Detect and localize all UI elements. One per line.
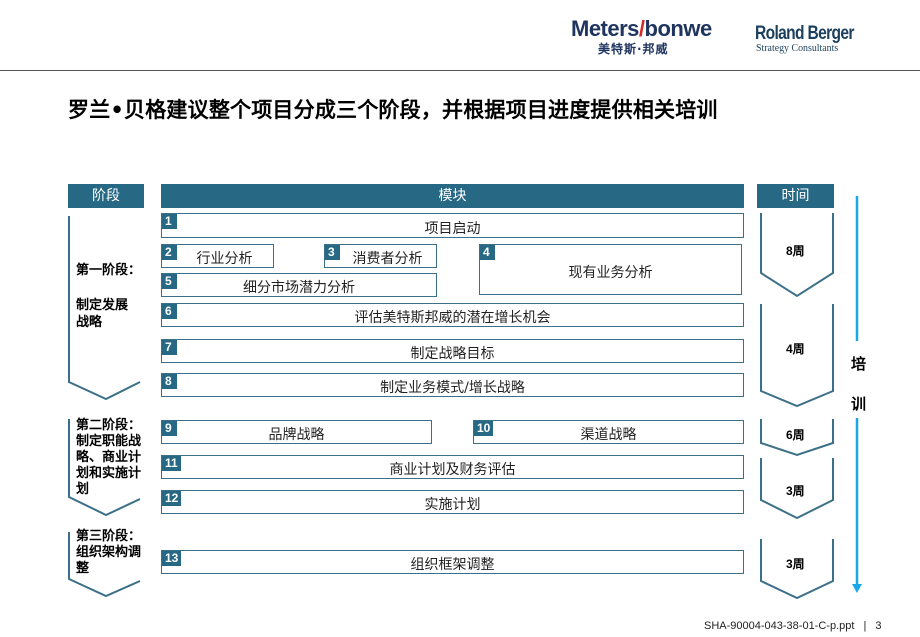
module-4: 4 现有业务分析 (479, 244, 742, 295)
stage-1-subtitle-line: 制定发展 (76, 298, 129, 313)
module-6: 6 评估美特斯邦威的潜在增长机会 (161, 303, 744, 327)
stage-2-label: 第二阶段： 制定职能战 略、商业计 划和实施计 划 (76, 418, 141, 498)
module-12: 12 实施计划 (161, 490, 744, 514)
duration-label: 8周 (786, 244, 805, 258)
module-label: 消费者分析 (352, 251, 423, 267)
module-3: 3 消费者分析 (324, 244, 437, 268)
training-arrowhead (852, 584, 862, 593)
module-label: 组织框架调整 (410, 557, 495, 573)
module-5: 5 细分市场潜力分析 (161, 273, 437, 297)
document-id: SHA-90004-043-38-01-C-p.ppt (704, 620, 855, 632)
duration-label: 3周 (786, 484, 805, 498)
stage-2-subtitle-line: 略、商业计 (76, 450, 142, 465)
stage-3-title: 第三阶段： (76, 529, 142, 544)
training-label-char: 训 (851, 395, 867, 413)
stage-3-label: 第三阶段： 组织架构调 整 (76, 529, 141, 577)
module-label: 商业计划及财务评估 (389, 462, 516, 478)
module-9: 9 品牌战略 (161, 420, 432, 444)
footer: SHA-90004-043-38-01-C-p.ppt | 3 (704, 620, 882, 632)
module-label: 实施计划 (424, 497, 481, 513)
duration-label: 4周 (786, 342, 805, 356)
duration-label: 6周 (786, 428, 805, 442)
module-label: 行业分析 (196, 251, 253, 267)
stage-2-subtitle-line: 划和实施计 (76, 466, 142, 481)
module-label: 渠道战略 (580, 427, 637, 443)
stage-2-subtitle-line: 划 (76, 482, 90, 497)
module-label: 制定业务模式/增长战略 (380, 380, 525, 396)
module-10: 10 渠道战略 (473, 420, 744, 444)
page-number: 3 (875, 620, 882, 632)
stage-2-title: 第二阶段： (76, 418, 142, 433)
training-label-char: 培 (851, 355, 867, 373)
module-label: 细分市场潜力分析 (243, 280, 355, 296)
module-1: 1 项目启动 (161, 213, 744, 238)
module-label: 项目启动 (424, 221, 481, 237)
stage-1-subtitle-line: 战略 (76, 315, 103, 330)
stage-1-subtitle: 制定发展 战略 (76, 297, 128, 331)
stage-3-subtitle-line: 组织架构调 (76, 545, 142, 560)
duration-label: 3周 (786, 557, 805, 571)
module-label: 制定战略目标 (410, 346, 495, 362)
module-number: 4 (480, 245, 495, 260)
module-number: 3 (325, 245, 340, 260)
stage-2-subtitle-line: 制定职能战 (76, 434, 142, 449)
module-label: 品牌战略 (268, 427, 325, 443)
module-13: 13 组织框架调整 (161, 550, 744, 574)
stage-1-title: 第一阶段： (76, 263, 142, 278)
module-7: 7 制定战略目标 (161, 339, 744, 363)
module-8: 8 制定业务模式/增长战略 (161, 373, 744, 397)
stage-1-label: 第一阶段： (76, 262, 141, 279)
stage-3-subtitle-line: 整 (76, 561, 90, 576)
module-11: 11 商业计划及财务评估 (161, 455, 744, 479)
module-number: 2 (162, 245, 177, 260)
module-label: 现有业务分析 (568, 265, 653, 281)
module-2: 2 行业分析 (161, 244, 274, 268)
footer-separator: | (863, 620, 867, 632)
module-label: 评估美特斯邦威的潜在增长机会 (354, 310, 551, 326)
